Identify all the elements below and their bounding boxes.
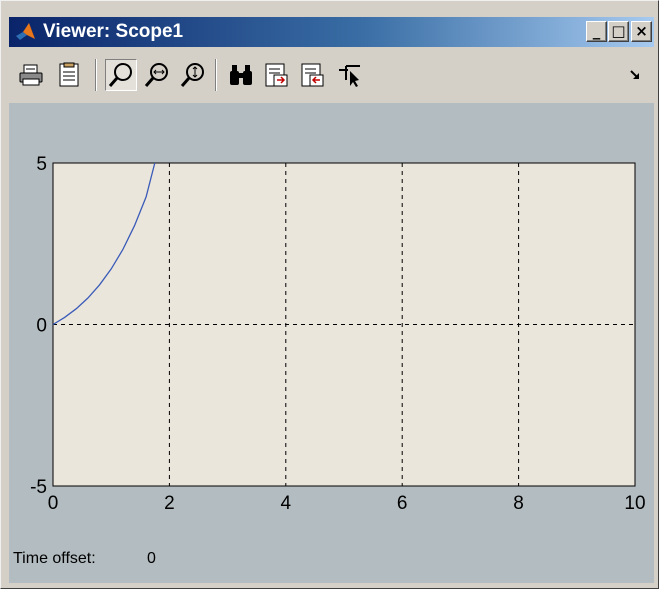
scope-window: Viewer: Scope1 _ □ × 0 2 4 6 8 10 5 0 -5… <box>0 0 659 589</box>
restore-axes-icon <box>301 63 324 87</box>
y-tick-label: 0 <box>36 316 47 337</box>
zoom-y-button[interactable] <box>177 59 209 91</box>
dock-arrow-icon <box>630 70 639 79</box>
dock-button[interactable] <box>627 67 643 83</box>
x-tick-label: 8 <box>513 493 524 514</box>
parameters-icon <box>59 62 79 87</box>
save-axes-button[interactable] <box>261 59 293 91</box>
print-button[interactable] <box>15 59 47 91</box>
x-tick-label: 2 <box>164 493 175 514</box>
minimize-button[interactable]: _ <box>586 21 607 42</box>
autoscale-icon <box>230 65 252 85</box>
zoom-y-icon <box>180 63 204 87</box>
zoom-icon <box>108 63 132 87</box>
y-tick-label: -5 <box>30 477 47 498</box>
toolbar-separator <box>215 59 217 91</box>
floating-scope-icon <box>339 65 360 87</box>
save-axes-icon <box>265 63 288 87</box>
zoom-button[interactable] <box>105 59 137 91</box>
x-tick-label: 10 <box>624 493 645 514</box>
x-tick-label: 6 <box>397 493 408 514</box>
minimize-icon: _ <box>592 22 601 40</box>
zoom-x-icon <box>144 63 168 87</box>
title-bar[interactable]: Viewer: Scope1 _ □ × <box>9 17 654 47</box>
close-icon: × <box>635 22 648 40</box>
parameters-button[interactable] <box>53 59 85 91</box>
maximize-icon: □ <box>611 22 626 40</box>
y-tick-label: 5 <box>36 154 47 175</box>
close-button[interactable]: × <box>631 21 652 42</box>
x-tick-label: 4 <box>281 493 292 514</box>
time-offset-label: Time offset: <box>13 550 96 567</box>
scope-display: 0 2 4 6 8 10 5 0 -5 Time offset: 0 <box>9 103 654 583</box>
toolbar <box>9 49 654 101</box>
print-icon <box>19 64 43 86</box>
floating-scope-button[interactable] <box>333 59 365 91</box>
matlab-logo-icon <box>16 23 35 40</box>
x-tick-label: 0 <box>48 493 59 514</box>
time-offset-value: 0 <box>147 550 156 567</box>
toolbar-separator <box>95 59 97 91</box>
maximize-button[interactable]: □ <box>608 21 629 42</box>
window-title: Viewer: Scope1 <box>43 21 184 42</box>
autoscale-button[interactable] <box>225 59 257 91</box>
scope-plot[interactable]: 0 2 4 6 8 1050-5 <box>9 103 654 533</box>
restore-axes-button[interactable] <box>297 59 329 91</box>
zoom-x-button[interactable] <box>141 59 173 91</box>
